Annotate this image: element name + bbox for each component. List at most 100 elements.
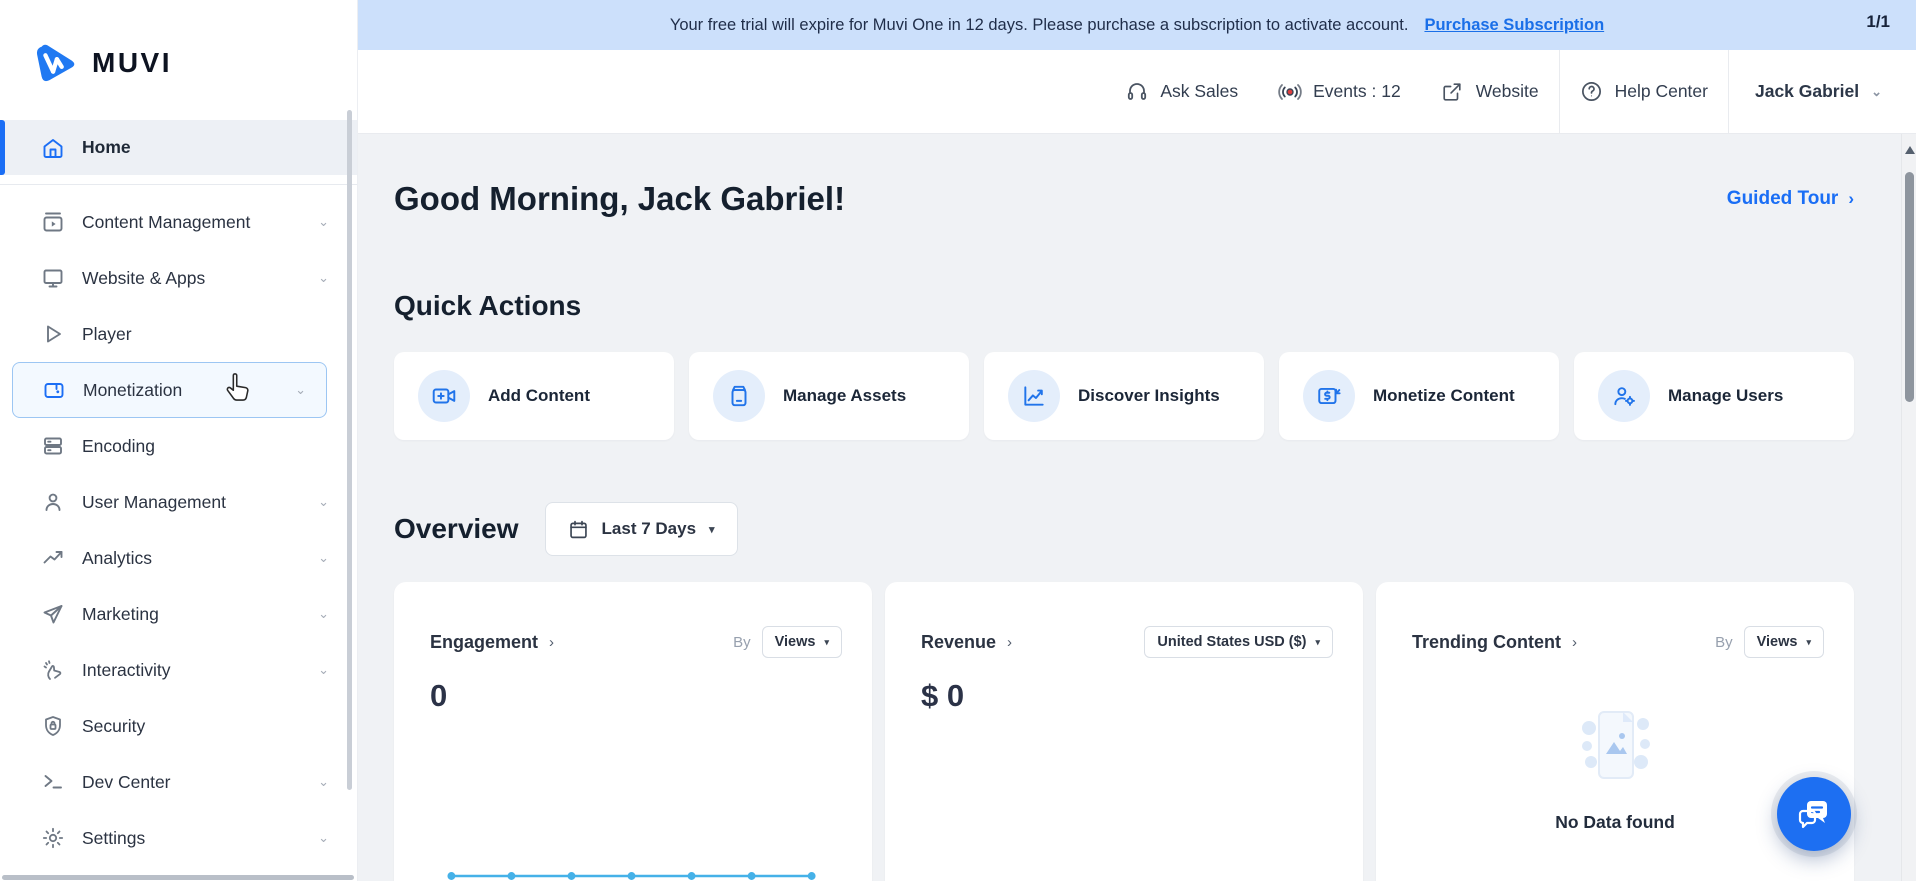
main-content: Good Morning, Jack Gabriel! Guided Tour … xyxy=(358,134,1902,881)
revenue-card-link[interactable]: Revenue › xyxy=(921,632,1012,653)
sidebar-item-security[interactable]: Security xyxy=(0,698,357,754)
trending-content-card-link[interactable]: Trending Content › xyxy=(1412,632,1577,653)
trial-banner-message: Your free trial will expire for Muvi One… xyxy=(669,15,1409,34)
quick-action-label: Manage Assets xyxy=(783,386,907,405)
sidebar-horizontal-scrollbar[interactable] xyxy=(2,875,354,880)
monetize-card-icon xyxy=(1303,370,1355,422)
trending-content-title: Trending Content xyxy=(1412,631,1561,652)
engagement-filter-dropdown[interactable]: Views ▾ xyxy=(761,626,842,658)
revenue-title: Revenue xyxy=(921,631,997,652)
sidebar-item-label: User Management xyxy=(82,491,226,512)
sidebar-nav: Home Content Management ⌄ Website & Apps… xyxy=(0,120,357,866)
sidebar-item-content-management[interactable]: Content Management ⌄ xyxy=(0,194,357,250)
no-data-illustration xyxy=(1582,711,1650,779)
sidebar-scrollbar[interactable] xyxy=(347,110,352,790)
chevron-down-icon: ⌄ xyxy=(318,550,329,565)
sidebar-item-user-management[interactable]: User Management ⌄ xyxy=(0,474,357,530)
add-content-button[interactable]: Add Content xyxy=(394,352,674,440)
help-center-label: Help Center xyxy=(1614,81,1708,101)
help-circle-icon xyxy=(1580,80,1604,104)
purchase-subscription-link[interactable]: Purchase Subscription xyxy=(1424,16,1604,35)
brand-logo[interactable]: MUVI xyxy=(0,0,357,96)
sidebar-item-label: Home xyxy=(82,137,131,157)
chevron-right-icon: › xyxy=(1848,189,1854,208)
manage-assets-button[interactable]: Manage Assets xyxy=(689,352,969,440)
sidebar-divider xyxy=(0,184,357,185)
overview-title: Overview xyxy=(394,513,519,544)
engagement-title: Engagement xyxy=(430,631,539,652)
guided-tour-link[interactable]: Guided Tour › xyxy=(1727,188,1854,210)
play-icon xyxy=(40,321,66,347)
insights-chart-icon xyxy=(1008,370,1060,422)
manage-users-button[interactable]: Manage Users xyxy=(1574,352,1854,440)
chevron-right-icon: › xyxy=(1007,633,1013,651)
ask-sales-label: Ask Sales xyxy=(1160,81,1239,101)
user-menu[interactable]: Jack Gabriel ⌄ xyxy=(1729,81,1916,102)
engagement-value: 0 xyxy=(430,678,448,713)
date-range-dropdown[interactable]: Last 7 Days ▾ xyxy=(544,502,738,556)
events-button[interactable]: Events : 12 xyxy=(1258,50,1421,133)
encoding-icon xyxy=(40,433,66,459)
chevron-down-icon: ⌄ xyxy=(318,774,329,789)
sidebar-item-marketing[interactable]: Marketing ⌄ xyxy=(0,586,357,642)
sidebar-item-label: Encoding xyxy=(82,435,155,456)
events-label: Events : 12 xyxy=(1313,81,1401,101)
sidebar-item-label: Analytics xyxy=(82,547,153,568)
chevron-down-icon: ⌄ xyxy=(318,494,329,509)
assets-box-icon xyxy=(713,370,765,422)
ask-sales-button[interactable]: Ask Sales xyxy=(1105,50,1258,133)
currency-dropdown[interactable]: United States USD ($) ▾ xyxy=(1144,626,1333,658)
sidebar-item-label: Monetization xyxy=(83,379,183,400)
external-link-icon xyxy=(1441,80,1465,104)
quick-action-label: Add Content xyxy=(488,386,590,405)
chevron-right-icon: › xyxy=(1571,633,1577,651)
date-range-value: Last 7 Days xyxy=(601,519,697,538)
quick-actions-title: Quick Actions xyxy=(394,290,582,321)
trending-content-card: Trending Content › By Views ▾ No Data fo… xyxy=(1376,582,1854,881)
banner-pager: 1/1 xyxy=(1866,12,1890,31)
website-label: Website xyxy=(1475,81,1539,101)
sidebar-item-label: Interactivity xyxy=(82,659,171,680)
engagement-card-link[interactable]: Engagement › xyxy=(430,632,554,653)
sidebar-item-analytics[interactable]: Analytics ⌄ xyxy=(0,530,357,586)
trending-filter-value: Views xyxy=(1756,634,1798,650)
revenue-card: Revenue › United States USD ($) ▾ $ 0 xyxy=(885,582,1363,881)
monetize-content-button[interactable]: Monetize Content xyxy=(1279,352,1559,440)
scroll-up-arrow[interactable] xyxy=(1905,146,1915,154)
page-scrollbar[interactable] xyxy=(1901,134,1916,881)
top-header: Ask Sales Events : 12 Website Help Cente… xyxy=(358,49,1916,134)
security-shield-icon xyxy=(40,713,66,739)
quick-actions-row: Add Content Manage Assets Discover Insig… xyxy=(394,352,1854,440)
website-button[interactable]: Website xyxy=(1421,50,1559,133)
sidebar-item-monetization[interactable]: Monetization ⌄ xyxy=(12,362,327,418)
sidebar-item-label: Website & Apps xyxy=(82,267,206,288)
dev-center-icon xyxy=(40,769,66,795)
chat-widget-button[interactable] xyxy=(1777,777,1851,851)
sidebar-item-interactivity[interactable]: Interactivity ⌄ xyxy=(0,642,357,698)
sidebar-item-encoding[interactable]: Encoding xyxy=(0,418,357,474)
revenue-value: $ 0 xyxy=(921,678,965,713)
sidebar-item-dev-center[interactable]: Dev Center ⌄ xyxy=(0,754,357,810)
user-name: Jack Gabriel xyxy=(1754,81,1860,101)
overview-cards: Engagement › By Views ▾ 0 Revenue › Unit… xyxy=(394,582,1854,881)
engagement-card: Engagement › By Views ▾ 0 xyxy=(394,582,872,881)
trending-filter-dropdown[interactable]: Views ▾ xyxy=(1743,626,1824,658)
by-label: By xyxy=(733,633,751,651)
monitor-icon xyxy=(40,265,66,291)
discover-insights-button[interactable]: Discover Insights xyxy=(984,352,1264,440)
headset-icon xyxy=(1125,80,1149,104)
calendar-icon xyxy=(568,519,589,540)
guided-tour-label: Guided Tour xyxy=(1726,188,1839,209)
quick-action-label: Manage Users xyxy=(1668,386,1784,405)
sidebar-item-home[interactable]: Home xyxy=(0,120,357,175)
caret-down-icon: ▾ xyxy=(1806,636,1811,647)
sidebar-item-label: Content Management xyxy=(82,211,251,232)
home-icon xyxy=(40,135,66,161)
help-center-button[interactable]: Help Center xyxy=(1560,50,1728,133)
chevron-down-icon: ⌄ xyxy=(318,830,329,845)
caret-down-icon: ▾ xyxy=(709,523,715,536)
scrollbar-thumb[interactable] xyxy=(1905,172,1914,402)
sidebar-item-player[interactable]: Player xyxy=(0,306,357,362)
sidebar-item-settings[interactable]: Settings ⌄ xyxy=(0,810,357,866)
sidebar-item-website-apps[interactable]: Website & Apps ⌄ xyxy=(0,250,357,306)
